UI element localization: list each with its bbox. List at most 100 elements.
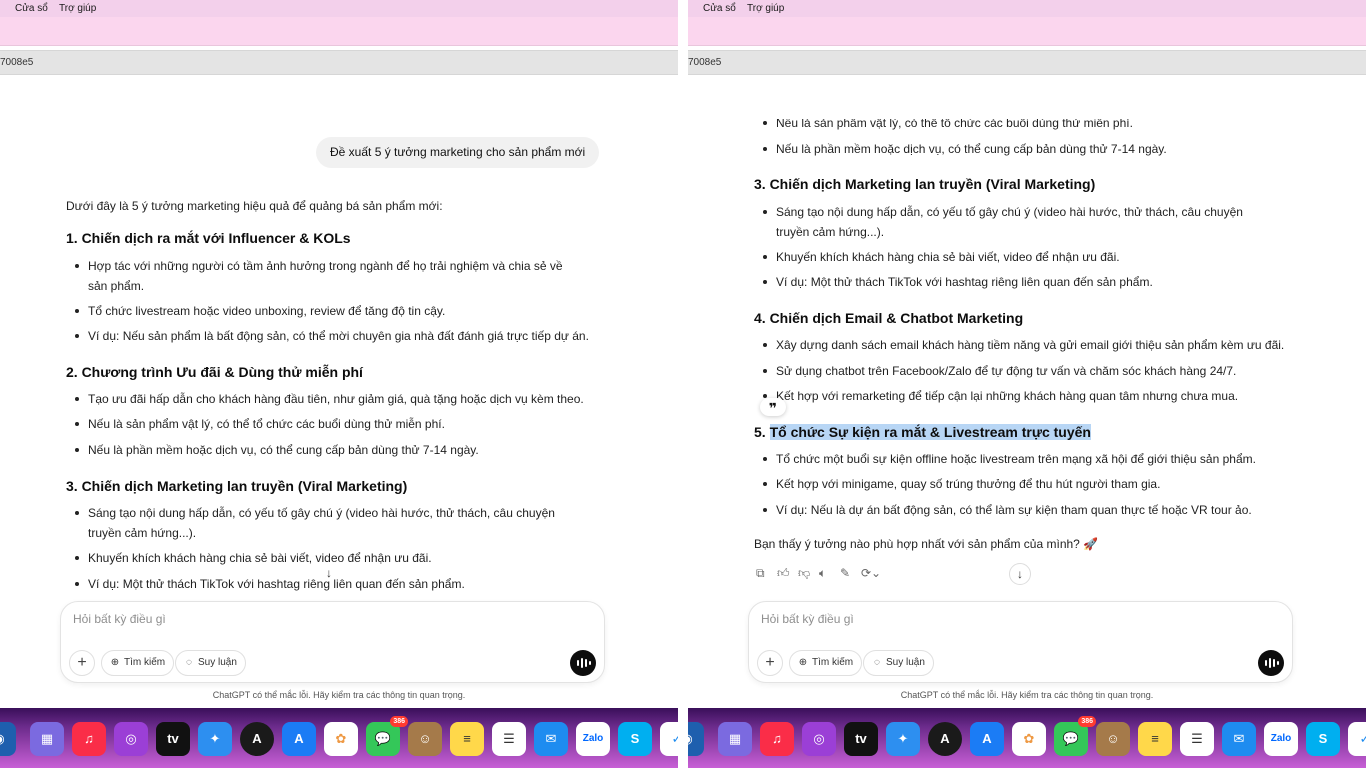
chat-input[interactable]: Hỏi bất kỳ điều gì: [761, 612, 854, 626]
appstore-icon[interactable]: A: [970, 722, 1004, 756]
list-item: Sử dụng chatbot trên Facebook/Zalo để tự…: [762, 361, 1236, 381]
menu-window[interactable]: Cửa sổ: [15, 3, 48, 14]
section-heading: 4. Chiến dịch Email & Chatbot Marketing: [754, 310, 1024, 326]
siri-icon[interactable]: ◉: [0, 722, 16, 756]
notes-icon[interactable]: ≡: [450, 722, 484, 756]
launchpad-icon[interactable]: ▦: [30, 722, 64, 756]
app-icon[interactable]: ✓: [660, 722, 678, 756]
search-button[interactable]: ⊕ Tìm kiếm: [101, 650, 175, 676]
safari-icon[interactable]: ✦: [198, 722, 232, 756]
list-item: Ví dụ: Nếu là dự án bất động sản, có thể…: [763, 500, 1252, 520]
disclaimer: ChatGPT có thể mắc lỗi. Hãy kiểm tra các…: [900, 690, 1154, 700]
list-item: Ví dụ: Một thử thách TikTok với hashtag …: [75, 574, 465, 594]
list-item: Hợp tác với những người có tầm ảnh hưởng…: [75, 256, 578, 296]
globe-icon: ⊕: [798, 657, 808, 668]
reason-button[interactable]: ◌ Suy luận: [863, 650, 934, 676]
url-bar[interactable]: 7008e5: [688, 50, 1366, 75]
list-item: Nếu là sản phẩm vật lý, có thể tổ chức c…: [75, 414, 445, 434]
chat-input[interactable]: Hỏi bất kỳ điều gì: [73, 612, 166, 626]
reason-button[interactable]: ◌ Suy luận: [175, 650, 246, 676]
list-item: Kết hợp với minigame, quay số trúng thưở…: [762, 474, 1160, 494]
photos-icon[interactable]: ✿: [324, 722, 358, 756]
notes-icon[interactable]: ≡: [1138, 722, 1172, 756]
pen-app-icon[interactable]: A: [240, 722, 274, 756]
quote-icon[interactable]: ❞: [760, 398, 786, 416]
messages-icon[interactable]: 💬 386: [1054, 716, 1096, 756]
app-icon[interactable]: ✓: [1348, 722, 1366, 756]
dock: ◉ ▦ ♫ ◎ tv ✦ A A ✿ 💬386 ☺ ≡ ☰ ✉ Zalo S ✓: [688, 708, 1366, 768]
right-window: Cửa sổ Trợ giúp 7008e5 Nếu là sản phẩm v…: [688, 0, 1366, 768]
podcasts-icon[interactable]: ◎: [802, 722, 836, 756]
search-button[interactable]: ⊕ Tìm kiếm: [789, 650, 863, 676]
list-item: Nếu là phần mềm hoặc dịch vụ, có thể cun…: [763, 139, 1167, 159]
globe-icon: ⊕: [110, 657, 120, 668]
skype-icon[interactable]: S: [618, 722, 652, 756]
speaker-icon[interactable]: 🔈︎: [819, 566, 826, 581]
section-heading: 3. Chiến dịch Marketing lan truyền (Vira…: [754, 176, 1096, 192]
chat-input-box[interactable]: Hỏi bất kỳ điều gì + ⊕ Tìm kiếm ◌ Suy luận: [60, 601, 605, 683]
regenerate-icon[interactable]: ⟳⌄: [861, 566, 881, 580]
url-bar[interactable]: 7008e5: [0, 50, 678, 75]
thumbs-down-icon[interactable]: 👎︎: [798, 566, 810, 581]
launchpad-icon[interactable]: ▦: [718, 722, 752, 756]
section-heading: 3. Chiến dịch Marketing lan truyền (Vira…: [66, 478, 408, 494]
section-heading: 2. Chương trình Ưu đãi & Dùng thử miễn p…: [66, 364, 363, 380]
edit-icon[interactable]: ✎: [840, 566, 850, 580]
reminders-icon[interactable]: ☰: [492, 722, 526, 756]
zalo-icon[interactable]: Zalo: [576, 722, 610, 756]
thumbs-up-icon[interactable]: 👍︎: [777, 566, 790, 581]
lightbulb-icon: ◌: [874, 657, 880, 668]
appletv-icon[interactable]: tv: [844, 722, 878, 756]
toolbar-band: [0, 17, 678, 46]
list-item: Sáng tạo nội dung hấp dẫn, có yếu tố gây…: [75, 503, 578, 543]
voice-icon[interactable]: [1258, 650, 1284, 676]
contacts-icon[interactable]: ☺: [408, 722, 442, 756]
safari-icon[interactable]: ✦: [886, 722, 920, 756]
intro-text: Dưới đây là 5 ý tưởng marketing hiệu quả…: [66, 199, 443, 213]
appstore-icon[interactable]: A: [282, 722, 316, 756]
voice-icon[interactable]: [570, 650, 596, 676]
plus-icon[interactable]: +: [757, 650, 783, 676]
arrow-down-icon[interactable]: ↓: [326, 566, 332, 580]
list-item: Khuyến khích khách hàng chia sẻ bài viết…: [763, 247, 1120, 267]
mail-icon[interactable]: ✉: [534, 722, 568, 756]
toolbar-band: [688, 17, 1366, 46]
reminders-icon[interactable]: ☰: [1180, 722, 1214, 756]
panel-divider: [678, 0, 688, 768]
list-item: Kết hợp với remarketing để tiếp cận lại …: [762, 386, 1238, 406]
list-item: Xây dựng danh sách email khách hàng tiềm…: [762, 335, 1284, 355]
podcasts-icon[interactable]: ◎: [114, 722, 148, 756]
siri-icon[interactable]: ◉: [688, 722, 704, 756]
list-item: Khuyến khích khách hàng chia sẻ bài viết…: [75, 548, 432, 568]
music-icon[interactable]: ♫: [760, 722, 794, 756]
disclaimer: ChatGPT có thể mắc lỗi. Hãy kiểm tra các…: [212, 690, 466, 700]
dock: ◉ ▦ ♫ ◎ tv ✦ A A ✿ 💬386 ☺ ≡ ☰ ✉ Zalo S ✓: [0, 708, 678, 768]
list-item: Sáng tạo nội dung hấp dẫn, có yếu tố gây…: [763, 202, 1266, 242]
list-item: Tổ chức một buổi sự kiện offline hoặc li…: [763, 449, 1256, 469]
menu-window[interactable]: Cửa sổ: [703, 3, 736, 14]
photos-icon[interactable]: ✿: [1012, 722, 1046, 756]
lightbulb-icon: ◌: [186, 657, 192, 668]
appletv-icon[interactable]: tv: [156, 722, 190, 756]
menu-help[interactable]: Trợ giúp: [59, 3, 96, 14]
section-heading: 1. Chiến dịch ra mắt với Influencer & KO…: [66, 230, 351, 246]
list-item: Tổ chức livestream hoặc video unboxing, …: [74, 301, 445, 321]
closing-text: Bạn thấy ý tưởng nào phù hợp nhất với sả…: [754, 537, 1099, 551]
skype-icon[interactable]: S: [1306, 722, 1340, 756]
selected-text[interactable]: Tổ chức Sự kiện ra mắt & Livestream trực…: [769, 424, 1091, 440]
menu-help[interactable]: Trợ giúp: [747, 3, 784, 14]
chat-input-box[interactable]: Hỏi bất kỳ điều gì + ⊕ Tìm kiếm ◌ Suy luận: [748, 601, 1293, 683]
pen-app-icon[interactable]: A: [928, 722, 962, 756]
music-icon[interactable]: ♫: [72, 722, 106, 756]
arrow-down-icon[interactable]: ↓: [1009, 563, 1031, 585]
messages-icon[interactable]: 💬 386: [366, 716, 408, 756]
mail-icon[interactable]: ✉: [1222, 722, 1256, 756]
copy-icon[interactable]: ⧉: [756, 566, 765, 581]
left-window: Cửa sổ Trợ giúp 7008e5 Đề xuất 5 ý tưởng…: [0, 0, 678, 768]
list-item: Ví dụ: Nếu sản phẩm là bất động sản, có …: [75, 326, 589, 346]
zalo-icon[interactable]: Zalo: [1264, 722, 1298, 756]
user-message: Đề xuất 5 ý tưởng marketing cho sản phẩm…: [316, 137, 600, 168]
plus-icon[interactable]: +: [69, 650, 95, 676]
list-item: Nếu là phần mềm hoặc dịch vụ, có thể cun…: [75, 440, 479, 460]
contacts-icon[interactable]: ☺: [1096, 722, 1130, 756]
